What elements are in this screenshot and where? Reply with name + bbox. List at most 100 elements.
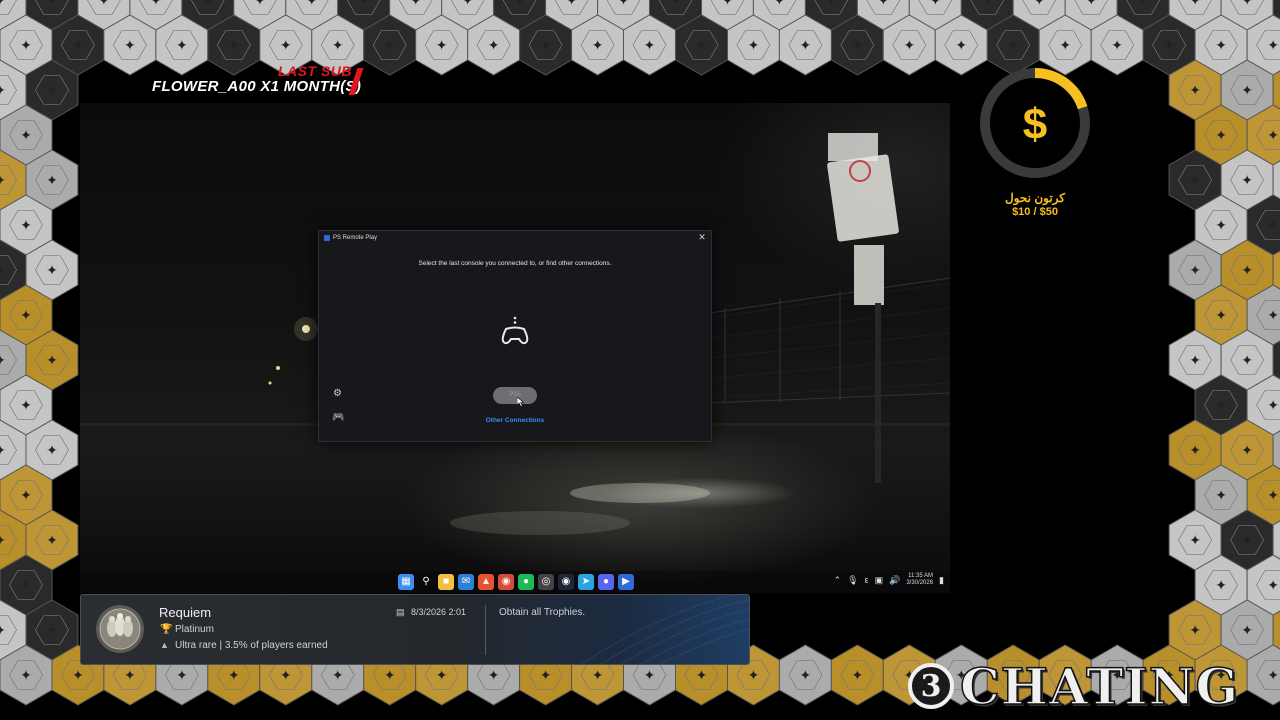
bee-icon: ✦ [800,667,812,683]
taskbar-apps: ▦ ⚲ ■ ✉ ▲ ◉ ● ◎ ◉ ➤ ● ▶ [398,574,634,590]
bee-icon: ✦ [644,37,656,53]
bee-icon: ✦ [1267,577,1279,593]
bee-icon: ✦ [0,82,6,98]
bee-icon: ✦ [981,0,993,8]
bee-icon: ✦ [1241,442,1253,458]
bee-icon: ✦ [0,352,6,368]
bee-icon: ✦ [280,667,292,683]
bee-icon: ✦ [72,667,84,683]
trophy-grade: Platinum [175,624,214,635]
mail-icon[interactable]: ✉ [458,574,474,590]
bee-icon: ✦ [1163,37,1175,53]
bee-icon: ✦ [903,37,915,53]
bee-icon: ✦ [0,172,6,188]
gear-icon[interactable]: ⚙ [333,388,342,399]
language-icon[interactable]: ε [865,575,869,585]
channel-logo: 3 CHATING [908,655,1239,717]
close-icon[interactable]: ✕ [697,232,707,243]
bee-icon: ✦ [0,262,6,278]
bee-icon: ✦ [540,37,552,53]
ps-remote-play-icon[interactable]: ▶ [618,574,634,590]
chevron-up-icon[interactable]: ⌃ [834,575,842,586]
bee-icon: ✦ [254,0,266,8]
network-icon[interactable]: ▣ [875,575,884,586]
bee-icon: ✦ [1215,487,1227,503]
clock-time: 11:35 AM [908,573,934,579]
bee-icon: ✦ [332,667,344,683]
bee-icon: ✦ [1189,532,1201,548]
bee-icon: ✦ [20,397,32,413]
goal-amount: $10 / $50 [1012,206,1058,218]
bee-icon: ✦ [644,667,656,683]
bee-icon: ✦ [306,0,318,8]
bee-icon: ✦ [748,667,760,683]
bee-icon: ✦ [20,667,32,683]
bee-icon: ✦ [410,0,422,8]
bee-icon: ✦ [1085,0,1097,8]
notification-icon[interactable]: ▮ [939,575,944,586]
bee-icon: ✦ [929,0,941,8]
bee-icon: ✦ [124,37,136,53]
bee-icon: ✦ [1189,622,1201,638]
rarity-icon: ▲ [160,640,169,650]
bee-icon: ✦ [1241,0,1253,8]
bee-icon: ✦ [72,37,84,53]
volume-icon[interactable]: 🔊 [889,575,900,586]
bee-icon: ✦ [20,577,32,593]
bee-icon: ✦ [800,37,812,53]
bee-icon: ✦ [1215,37,1227,53]
steam-icon[interactable]: ◉ [558,574,574,590]
bee-icon: ✦ [592,37,604,53]
bee-icon: ✦ [332,37,344,53]
brave-icon[interactable]: ▲ [478,574,494,590]
obs-icon[interactable]: ◎ [538,574,554,590]
bee-icon: ✦ [46,82,58,98]
brand-text: CHATING [959,656,1240,717]
search-icon[interactable]: ⚲ [418,574,434,590]
bee-icon: ✦ [488,37,500,53]
bee-icon: ✦ [46,352,58,368]
trophy-game-name: Requiem [159,605,212,620]
spotify-icon[interactable]: ● [518,574,534,590]
bee-icon: ✦ [1215,217,1227,233]
bee-icon: ✦ [851,667,863,683]
bee-icon: ✦ [1267,307,1279,323]
trophy-notification: Requiem 🏆 Platinum ▲ Ultra rare | 3.5% o… [80,594,750,665]
file-explorer-icon[interactable]: ■ [438,574,454,590]
bee-icon: ✦ [1189,0,1201,8]
start-icon[interactable]: ▦ [398,574,414,590]
bee-icon: ✦ [1241,622,1253,638]
bee-icon: ✦ [46,262,58,278]
bee-icon: ✦ [566,0,578,8]
telegram-icon[interactable]: ➤ [578,574,594,590]
trophy-divider [485,605,486,655]
bee-icon: ✦ [20,37,32,53]
bee-icon: ✦ [358,0,370,8]
chrome-icon[interactable]: ◉ [498,574,514,590]
last-sub-label: LAST SUB [278,63,352,79]
bee-icon: ✦ [0,442,6,458]
bee-icon: ✦ [955,37,967,53]
discord-icon[interactable]: ● [598,574,614,590]
other-connections-link[interactable]: Other Connections [319,417,711,424]
bee-icon: ✦ [462,0,474,8]
bee-icon: ✦ [1241,352,1253,368]
bee-icon: ✦ [46,172,58,188]
bee-icon: ✦ [877,0,889,8]
bee-icon: ✦ [20,307,32,323]
dialog-message: Select the last console you connected to… [418,260,612,267]
bee-icon: ✦ [1111,37,1123,53]
clock[interactable]: 11:35 AM 3/30/2026 [906,573,933,587]
bee-icon: ✦ [618,0,630,8]
bee-icon: ✦ [514,0,526,8]
bee-icon: ✦ [1215,307,1227,323]
microphone-icon[interactable]: 🎙 [847,575,858,586]
donation-goal-ring: $ [980,68,1090,178]
mouse-cursor-icon [517,397,525,407]
bee-icon: ✦ [774,0,786,8]
start-console-button[interactable]: PS5 [493,387,537,404]
bee-icon: ✦ [280,37,292,53]
goal-label: كرتون نحول [1004,191,1066,205]
bee-icon: ✦ [1189,352,1201,368]
bee-icon: ✦ [1137,0,1149,8]
